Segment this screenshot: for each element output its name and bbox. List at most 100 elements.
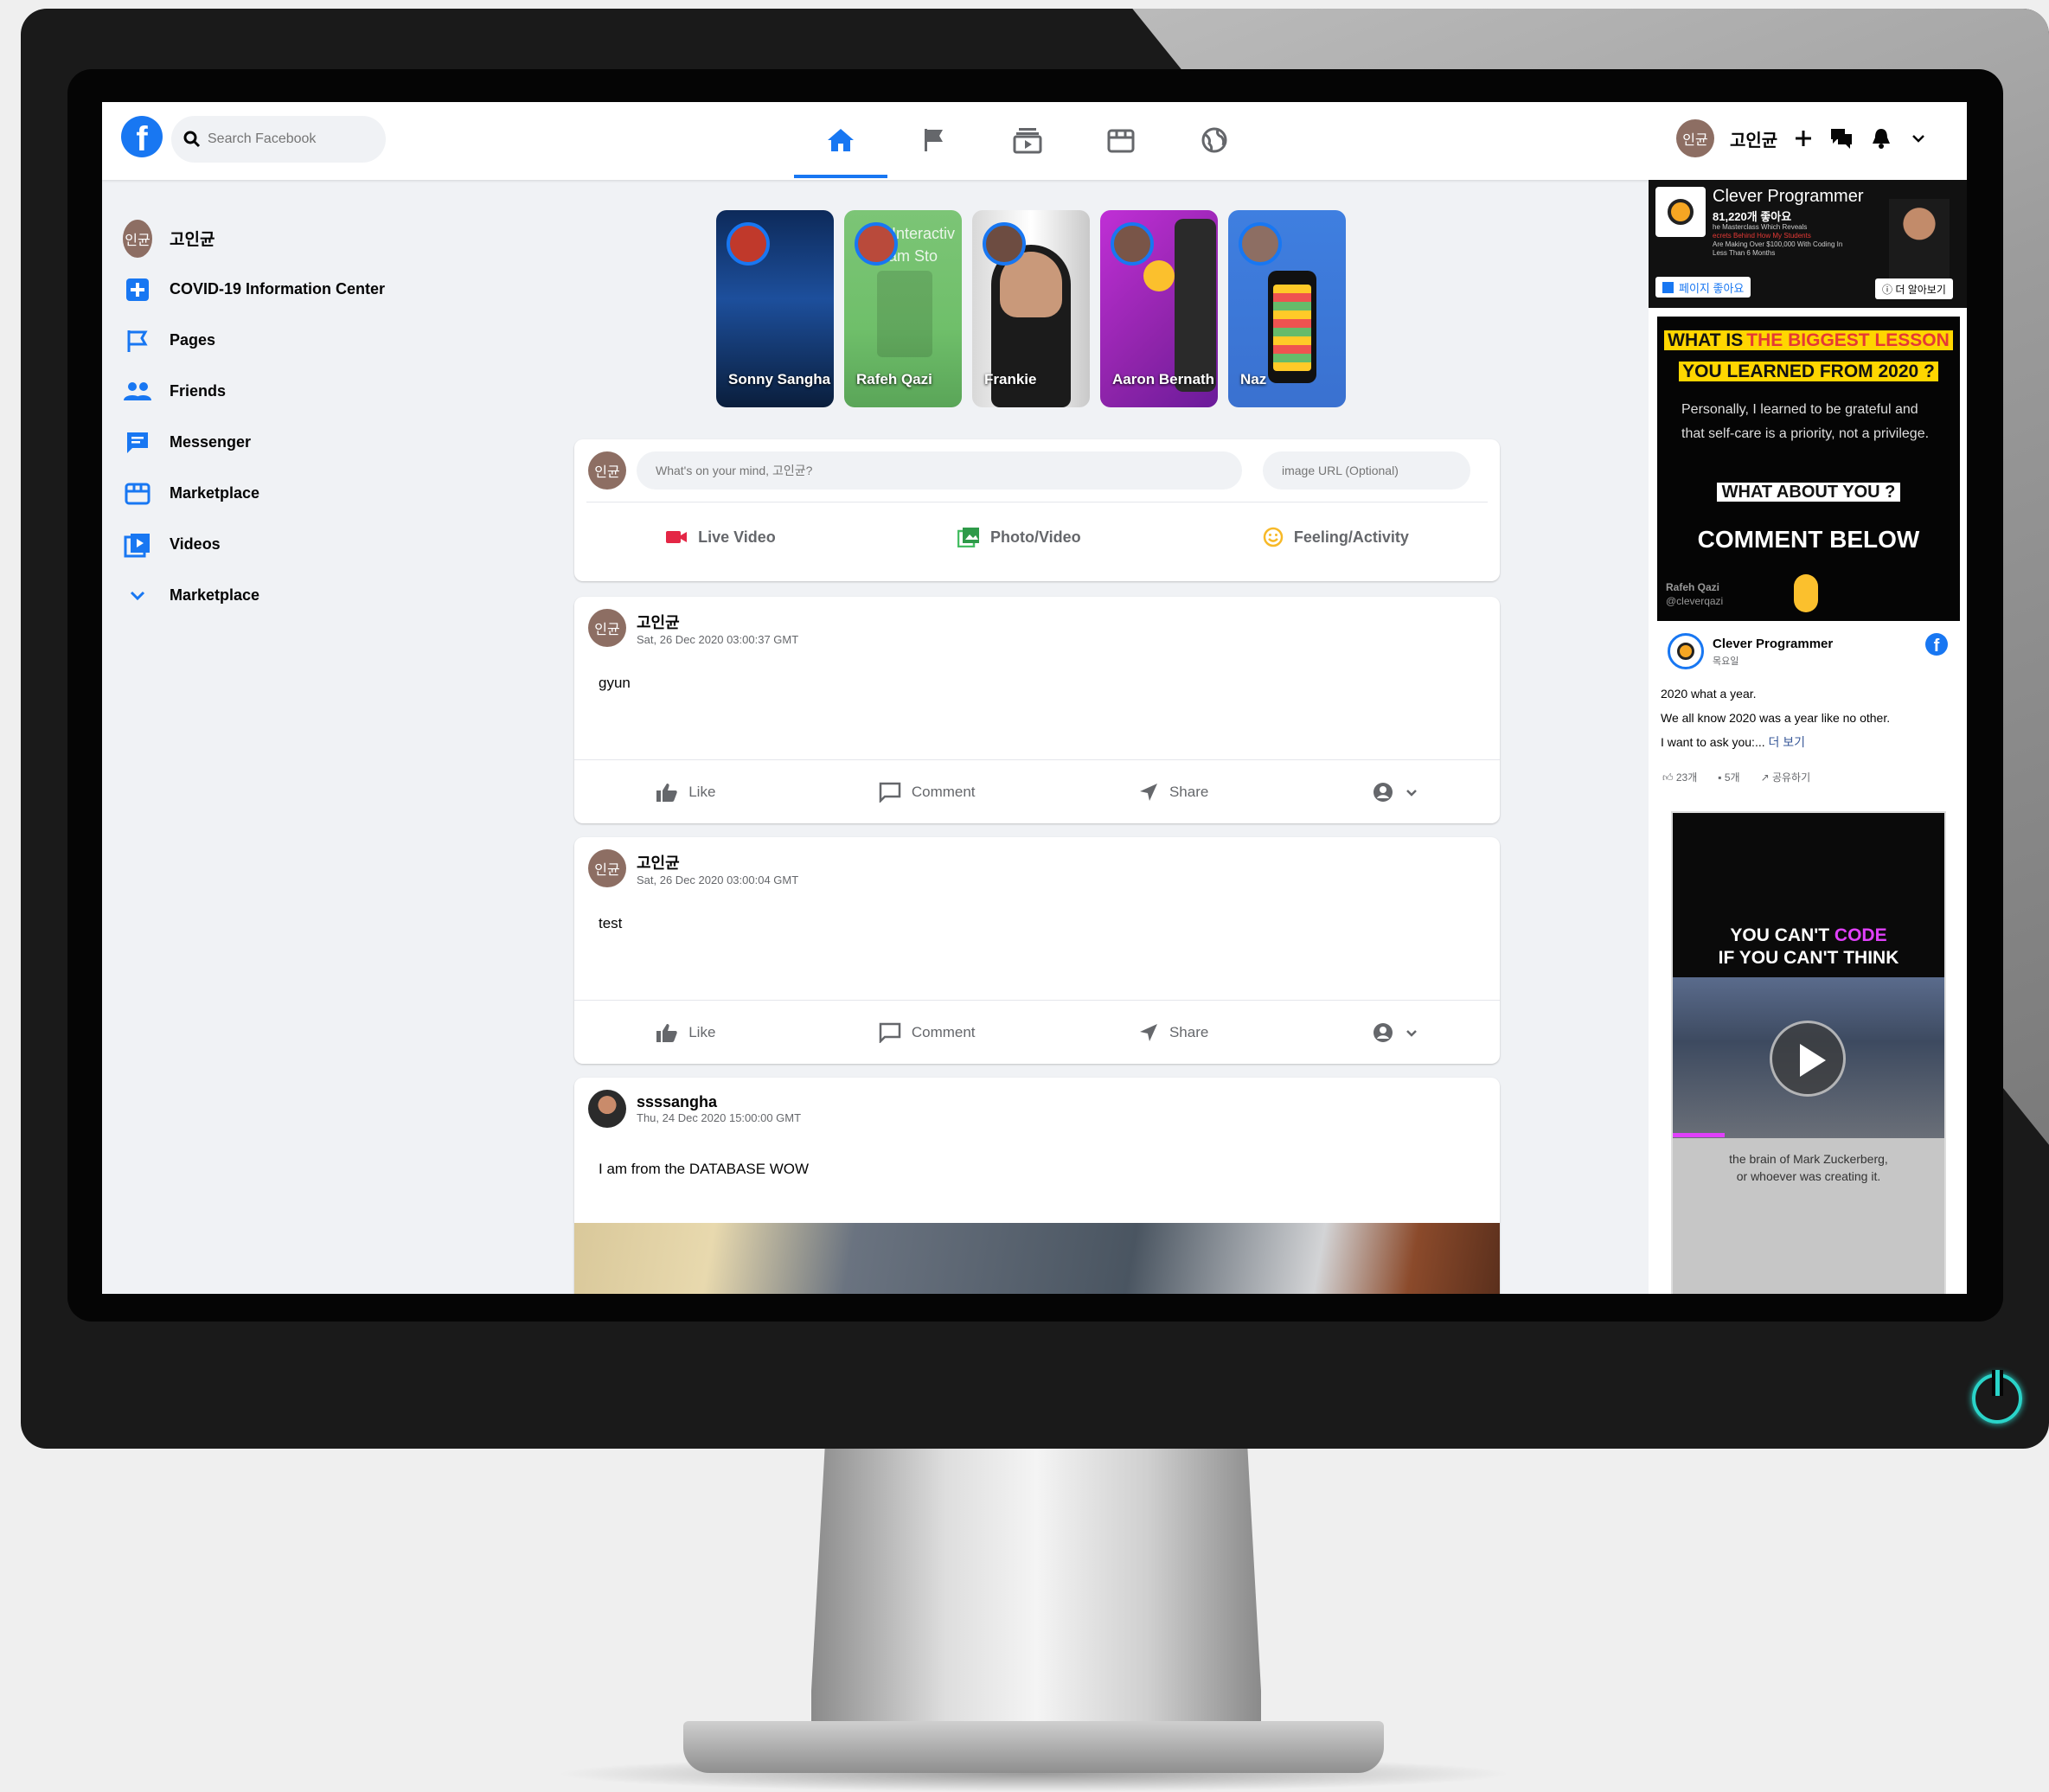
share-button[interactable]: Share: [1138, 782, 1208, 803]
post-image[interactable]: [574, 1223, 1500, 1294]
sidebar-item-expand[interactable]: Marketplace: [119, 570, 483, 621]
header-avatar[interactable]: 인균: [1676, 119, 1714, 157]
comments-count: 5개: [1724, 771, 1740, 784]
ad-copy: he Masterclass Which Reveals ecrets Behi…: [1713, 223, 1842, 258]
photo-video-button[interactable]: Photo/Video: [957, 527, 1081, 547]
photo-video-label: Photo/Video: [989, 528, 1081, 546]
account-circle-icon: [1373, 1022, 1393, 1042]
story-card[interactable]: Sonny Sangha: [716, 210, 834, 407]
like-button[interactable]: Like: [656, 782, 715, 803]
composer-input-row: 인균: [574, 439, 1500, 502]
comment-icon: [879, 1022, 901, 1043]
live-video-button[interactable]: Live Video: [665, 528, 776, 547]
sidebar-item-label: COVID-19 Information Center: [170, 280, 386, 298]
story-avatar: [855, 222, 898, 266]
page-post-likes[interactable]: 👍︎ 23개: [1662, 770, 1697, 784]
sidebar-item-covid[interactable]: COVID-19 Information Center: [119, 264, 483, 315]
feeling-activity-button[interactable]: Feeling/Activity: [1263, 527, 1409, 547]
ad-copy-line: Less Than 6 Months: [1713, 249, 1776, 257]
notifications-icon[interactable]: [1869, 126, 1893, 150]
like-button[interactable]: Like: [656, 1022, 715, 1043]
composer-image-url-input[interactable]: [1263, 451, 1470, 490]
see-more-link[interactable]: 더 보기: [1769, 735, 1806, 749]
like-page-button[interactable]: 페이지 좋아요: [1655, 277, 1751, 298]
main-nav: [794, 111, 1261, 178]
page-post-preview[interactable]: Clever Programmer 목요일 f 2020 what a year…: [1657, 621, 1960, 803]
chevron-down-icon[interactable]: [1909, 129, 1928, 148]
lesson-cta: COMMENT BELOW: [1697, 526, 1920, 553]
search-input[interactable]: [208, 131, 363, 147]
page-post-comments[interactable]: ▪ 5개: [1718, 770, 1739, 784]
lesson-handle: @cleverqazi: [1666, 595, 1724, 607]
nav-home[interactable]: [794, 111, 887, 178]
story-name: Sonny Sangha: [728, 371, 831, 387]
plus-icon[interactable]: [1793, 128, 1814, 149]
near-me-icon: [1139, 783, 1157, 801]
sidebar-item-friends[interactable]: Friends: [119, 366, 483, 417]
post-author[interactable]: ssssangha: [637, 1093, 801, 1111]
page-banner-ad[interactable]: Clever Programmer 81,220개 좋아요 he Masterc…: [1649, 180, 1967, 308]
search-bar[interactable]: [171, 116, 386, 163]
like-label: Like: [688, 1023, 716, 1040]
sidebar-user[interactable]: 인균 고인균: [119, 213, 483, 264]
page-post-name: Clever Programmer: [1713, 637, 1834, 651]
post-avatar[interactable]: 인균: [588, 609, 626, 647]
post-author[interactable]: 고인균: [637, 851, 798, 874]
share-button[interactable]: Share: [1138, 1022, 1208, 1043]
composer-message-input[interactable]: [637, 451, 1242, 490]
comment-button[interactable]: Comment: [879, 1022, 976, 1043]
post-avatar[interactable]: 인균: [588, 849, 626, 887]
nav-marketplace[interactable]: [1074, 111, 1168, 170]
post-author[interactable]: 고인균: [637, 611, 798, 633]
post-card: 인균 고인균 Sat, 26 Dec 2020 03:00:37 GMT gyu…: [574, 597, 1500, 823]
live-video-label: Live Video: [698, 528, 776, 546]
header-user-name[interactable]: 고인균: [1730, 126, 1777, 151]
expand-more-icon: [1405, 1029, 1417, 1037]
share-label: Share: [1169, 1023, 1209, 1040]
facebook-logo-icon[interactable]: f: [121, 116, 163, 157]
chevron-down-icon: [130, 591, 145, 600]
sidebar-item-marketplace[interactable]: Marketplace: [119, 468, 483, 519]
nav-pages[interactable]: [887, 111, 981, 170]
comment-icon: ▪: [1718, 771, 1725, 784]
like-label: Like: [688, 783, 716, 800]
page-post-avatar: [1668, 633, 1704, 669]
post-timestamp: Sat, 26 Dec 2020 03:00:37 GMT: [637, 632, 799, 646]
sidebar-item-pages[interactable]: Pages: [119, 315, 483, 366]
nav-groups[interactable]: [1168, 111, 1261, 170]
post-avatar[interactable]: [588, 1090, 626, 1128]
post-audience-button[interactable]: [1372, 781, 1418, 803]
comment-label: Comment: [911, 783, 976, 800]
story-screen-shape: [1273, 285, 1311, 371]
story-card[interactable]: Frankie: [972, 210, 1090, 407]
lesson-line1a: WHAT IS: [1664, 330, 1747, 350]
pointing-hand-icon: [1794, 574, 1818, 612]
story-card[interactable]: Aaron Bernath: [1100, 210, 1218, 407]
story-card[interactable]: o Interactiv r am Sto Rafeh Qazi: [844, 210, 962, 407]
sidebar-item-label: Marketplace: [170, 586, 260, 604]
thumb-up-icon: 👍︎: [1662, 771, 1676, 784]
globe-icon: [1201, 127, 1227, 153]
page-post-share[interactable]: ↗ 공유하기: [1761, 770, 1811, 784]
learn-more-button[interactable]: ⓘ 더 알아보기: [1875, 278, 1953, 299]
store-icon: [1107, 129, 1135, 153]
sidebar-item-label: Friends: [170, 382, 227, 400]
post-audience-button[interactable]: [1372, 1021, 1418, 1044]
comment-button[interactable]: Comment: [879, 782, 976, 803]
lesson-image-ad[interactable]: WHAT IS THE BIGGEST LESSON YOU LEARNED FR…: [1657, 317, 1960, 621]
lesson-line2: YOU LEARNED FROM 2020 ?: [1679, 362, 1938, 381]
sidebar-user-name: 고인균: [170, 231, 215, 249]
nav-watch[interactable]: [981, 111, 1074, 170]
play-icon[interactable]: [1770, 1021, 1846, 1097]
sidebar-item-messenger[interactable]: Messenger: [119, 417, 483, 468]
video-caption-line: the brain of Mark Zuckerberg,: [1729, 1152, 1888, 1166]
chat-icon: [127, 432, 148, 453]
sidebar-item-videos[interactable]: Videos: [119, 519, 483, 570]
story-card[interactable]: Naz: [1228, 210, 1346, 407]
video-ad[interactable]: YOU CAN'T CODE IF YOU CAN'T THINK the br…: [1671, 811, 1946, 1294]
power-icon[interactable]: [1972, 1370, 2022, 1424]
forum-icon[interactable]: [1829, 127, 1854, 150]
stories-row: Sonny Sangha o Interactiv r am Sto Rafeh…: [716, 210, 1346, 407]
search-icon: [183, 131, 201, 148]
info-icon: ⓘ: [1882, 284, 1896, 296]
